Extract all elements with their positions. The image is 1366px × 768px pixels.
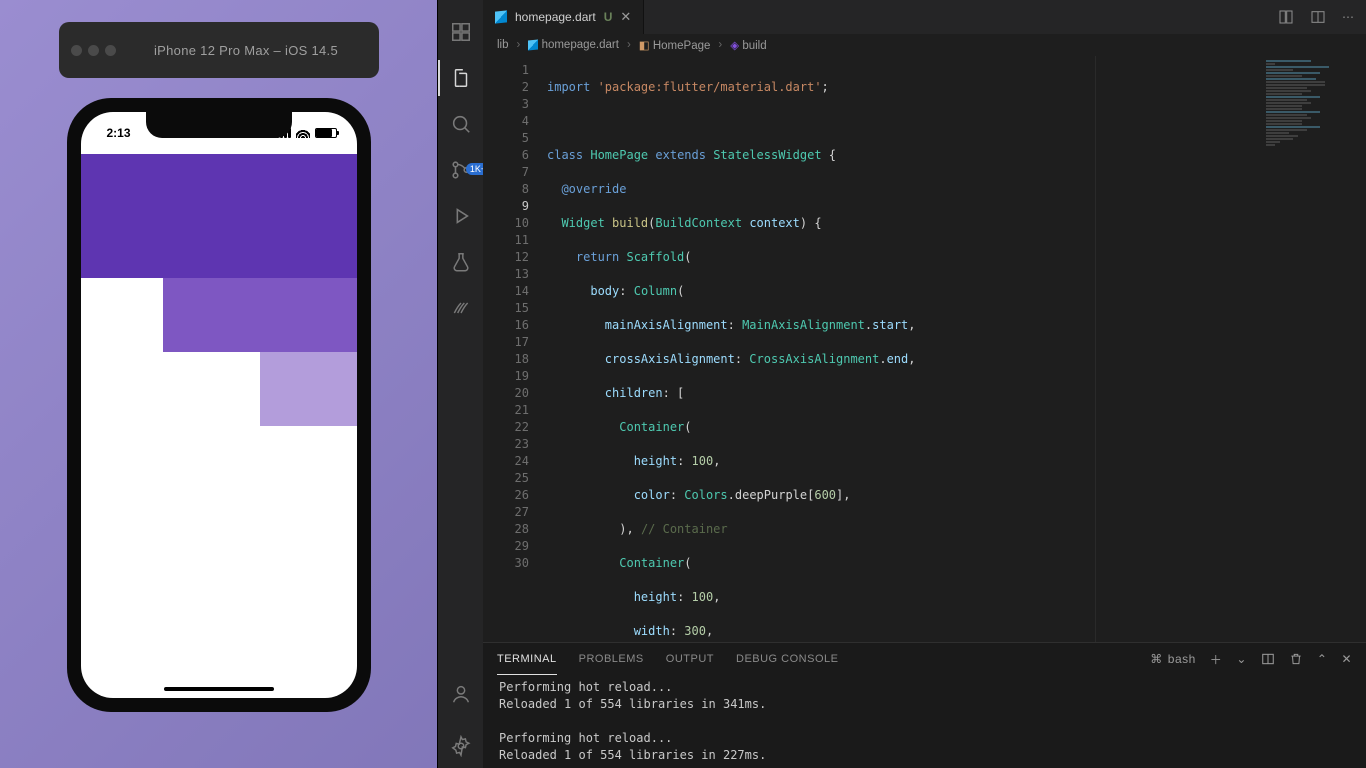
tab-output[interactable]: OUTPUT xyxy=(666,643,714,675)
class-icon: ◧ xyxy=(639,40,650,52)
line-number-gutter: 1234567891011121314151617181920212223242… xyxy=(483,56,543,642)
crumb-folder[interactable]: lib xyxy=(497,39,509,51)
more-icon[interactable]: ⋯ xyxy=(1342,10,1354,24)
terminal-shell-selector[interactable]: ⌘bash xyxy=(1150,652,1196,666)
battery-icon xyxy=(315,128,337,138)
tab-homepage-dart[interactable]: homepage.dart U ✕ xyxy=(483,0,644,34)
app-bar xyxy=(81,154,357,204)
tab-terminal[interactable]: TERMINAL xyxy=(497,643,557,675)
activity-bar: 1K+ xyxy=(438,0,483,768)
maximize-panel-icon[interactable]: ⌃ xyxy=(1317,652,1328,666)
clock: 2:13 xyxy=(107,126,131,140)
crumb-class[interactable]: HomePage xyxy=(653,40,711,52)
breadcrumbs[interactable]: lib› homepage.dart› ◧ HomePage› ◈ build xyxy=(483,34,1366,56)
shell-icon: ⌘ xyxy=(1150,652,1163,666)
container-deeppurple-600 xyxy=(81,204,357,278)
code-editor[interactable]: 1234567891011121314151617181920212223242… xyxy=(483,56,1366,642)
split-editor-icon[interactable] xyxy=(1310,9,1326,25)
flutter-devtools-icon[interactable] xyxy=(438,286,483,330)
tab-problems[interactable]: PROBLEMS xyxy=(579,643,644,675)
simulator-window-chrome[interactable]: iPhone 12 Pro Max – iOS 14.5 xyxy=(59,22,379,78)
crumb-method[interactable]: build xyxy=(742,40,766,52)
ruler-line xyxy=(1095,56,1096,642)
accounts-icon[interactable] xyxy=(438,672,483,716)
method-icon: ◈ xyxy=(730,40,739,52)
explorer-icon[interactable] xyxy=(438,56,483,100)
crumb-file[interactable]: homepage.dart xyxy=(542,39,619,51)
home-indicator xyxy=(164,687,274,691)
trash-icon[interactable] xyxy=(1289,652,1303,666)
container-deeppurple-400 xyxy=(163,278,356,352)
source-control-icon[interactable]: 1K+ xyxy=(438,148,483,192)
run-debug-icon[interactable] xyxy=(438,194,483,238)
tab-git-flag: U xyxy=(604,10,613,24)
wifi-icon xyxy=(296,128,310,138)
new-terminal-icon[interactable]: ＋ xyxy=(1210,651,1223,668)
tab-filename: homepage.dart xyxy=(515,10,596,24)
traffic-lights[interactable] xyxy=(71,45,116,56)
code-content[interactable]: import 'package:flutter/material.dart'; … xyxy=(543,56,1366,642)
simulator-title: iPhone 12 Pro Max – iOS 14.5 xyxy=(126,43,367,58)
dart-file-icon xyxy=(495,10,507,23)
split-terminal-icon[interactable] xyxy=(1261,652,1275,666)
tab-debug-console[interactable]: DEBUG CONSOLE xyxy=(736,643,838,675)
panel-tabs: TERMINAL PROBLEMS OUTPUT DEBUG CONSOLE ⌘… xyxy=(483,643,1366,675)
container-deeppurple-200 xyxy=(260,352,357,426)
terminal-output[interactable]: Performing hot reload... Reloaded 1 of 5… xyxy=(483,675,1366,768)
terminal-dropdown-icon[interactable]: ⌄ xyxy=(1236,652,1247,666)
minimap[interactable] xyxy=(1256,56,1366,642)
app-body xyxy=(81,204,357,698)
settings-gear-icon[interactable] xyxy=(438,724,483,768)
notch xyxy=(146,112,292,138)
extensions-icon[interactable] xyxy=(438,10,483,54)
diff-icon[interactable] xyxy=(1278,9,1294,25)
close-icon[interactable]: ✕ xyxy=(620,9,631,25)
dart-file-icon xyxy=(528,39,538,50)
search-icon[interactable] xyxy=(438,102,483,146)
testing-icon[interactable] xyxy=(438,240,483,284)
close-panel-icon[interactable]: ✕ xyxy=(1341,652,1352,666)
iphone-frame: 2:13 xyxy=(67,98,371,712)
tab-bar: homepage.dart U ✕ ⋯ xyxy=(483,0,1366,34)
